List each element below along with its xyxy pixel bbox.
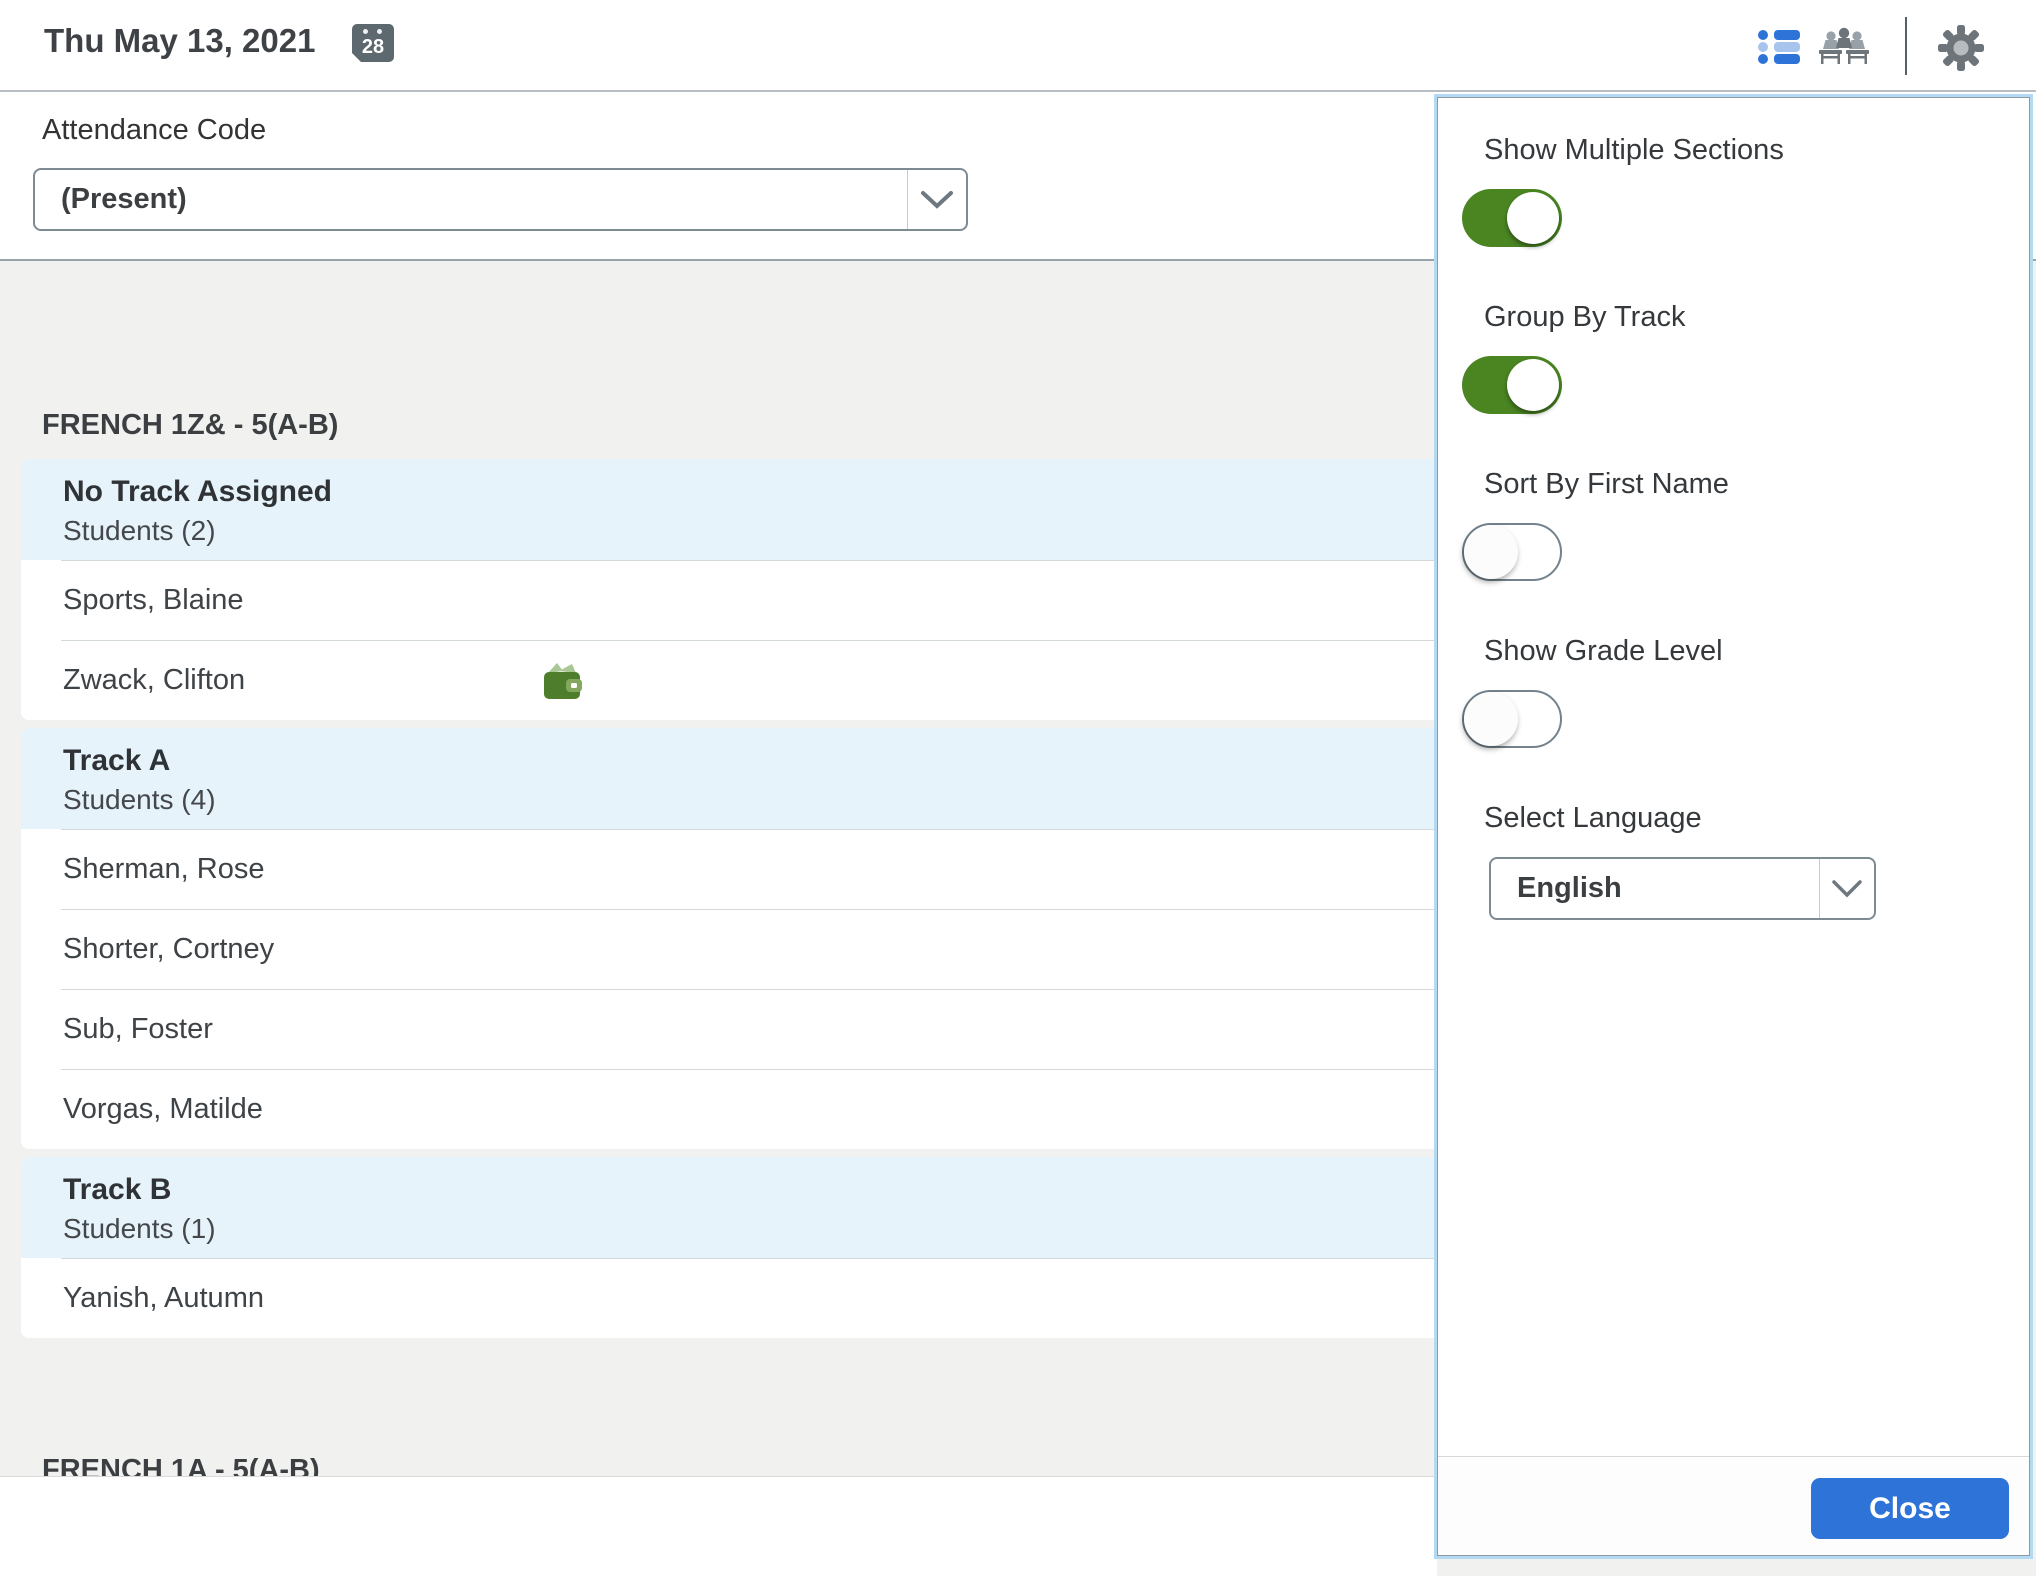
toggle-show-multiple-sections-on[interactable] [1462,189,1562,247]
setting-label: Show Grade Level [1484,635,2029,667]
calendar-ring-dot [377,29,382,34]
setting-toggle-group: Group By Track [1462,301,2029,414]
toggle-knob [1507,359,1559,411]
settings-panel-footer: Close [1438,1456,2029,1555]
setting-label: Show Multiple Sections [1484,134,2029,166]
setting-toggle-group: Show Grade Level [1462,635,2029,748]
setting-toggle-group: Sort By First Name [1462,468,2029,581]
chevron-down-icon [1819,859,1874,918]
setting-toggle-group: Show Multiple Sections [1462,134,2029,247]
language-select-value: English [1491,859,1819,918]
toggle-knob [1507,192,1559,244]
calendar-ring-dot [363,29,368,34]
seating-chart-icon[interactable] [1818,26,1870,75]
student-name: Vorgas, Matilde [63,1093,263,1126]
fee-wallet-icon[interactable] [542,659,582,701]
attendance-code-select[interactable]: (Present) [33,168,968,231]
toggle-knob [1464,692,1518,746]
settings-panel-body: Show Multiple Sections Group By Track So… [1438,98,2029,1457]
close-button[interactable]: Close [1811,1478,2009,1539]
student-name: Sub, Foster [63,1013,213,1046]
attendance-page: Thu May 13, 2021 28 [0,0,2036,1576]
setting-label: Group By Track [1484,301,2029,333]
toggle-show-grade-level-off[interactable] [1462,690,1562,748]
select-language-label: Select Language [1484,802,2029,834]
student-name: Zwack, Clifton [63,664,245,697]
bottom-white-band [0,1476,1437,1576]
student-name: Yanish, Autumn [63,1282,264,1315]
calendar-icon[interactable]: 28 [352,24,394,62]
student-name: Shorter, Cortney [63,933,274,966]
top-header-bar: Thu May 13, 2021 28 [0,0,2036,92]
settings-panel: Show Multiple Sections Group By Track So… [1437,97,2030,1556]
student-name: Sports, Blaine [63,584,244,617]
toggle-group-by-track-on[interactable] [1462,356,1562,414]
chevron-down-icon [907,170,966,229]
date-title: Thu May 13, 2021 [44,22,315,60]
setting-label: Sort By First Name [1484,468,2029,500]
header-divider [1905,17,1907,75]
language-setting: Select Language English [1462,802,2029,920]
gear-icon[interactable] [1938,25,1984,71]
attendance-code-label: Attendance Code [42,114,266,147]
list-view-icon[interactable] [1758,30,1800,64]
student-name: Sherman, Rose [63,853,265,886]
language-select[interactable]: English [1489,857,1876,920]
toggle-sort-by-first-name-off[interactable] [1462,523,1562,581]
toggle-knob [1464,525,1518,579]
calendar-day-number: 28 [352,36,394,59]
attendance-code-value: (Present) [35,170,907,229]
